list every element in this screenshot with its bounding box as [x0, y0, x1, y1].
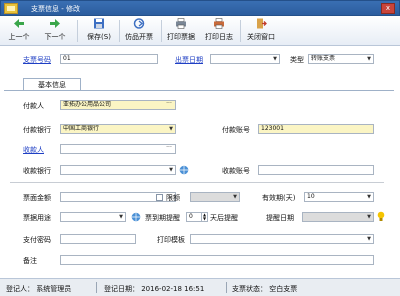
prev-button[interactable]: 上一个 [4, 18, 34, 44]
remind-unit: 天后提醒 [210, 214, 238, 222]
payee-account-input[interactable] [258, 165, 374, 175]
valid-days-value: 10 [307, 193, 315, 200]
remind-date-select[interactable]: ▼ [302, 212, 374, 222]
copy-label: 仿品开票 [125, 33, 153, 41]
purpose-select[interactable]: ▼ [60, 212, 126, 222]
print-cheque-label: 打印票据 [167, 33, 195, 41]
cheque-no-label: 支票号码 [23, 56, 51, 64]
arrow-right-icon [50, 19, 60, 28]
amount-label: 票面金额 [23, 194, 51, 202]
registrant-text: 登记人： 系统管理员 [6, 285, 72, 293]
purpose-label: 票据用途 [23, 214, 51, 222]
payer-input[interactable]: 亚拓办公用品公司 ··· [60, 100, 176, 110]
remind-days-stepper[interactable]: 0 ▲ ▼ [186, 212, 208, 222]
payee-bank-label: 收款银行 [23, 167, 51, 175]
payee-input[interactable]: ··· [60, 144, 176, 154]
print-cheque-button[interactable]: 打印票据 [164, 18, 198, 44]
payee-label: 收款人 [23, 146, 44, 154]
save-button[interactable]: 保存(S) [82, 18, 116, 44]
valid-days-input[interactable]: 10 ▼ [304, 192, 374, 202]
chevron-down-icon[interactable]: ▼ [167, 125, 175, 133]
divider [10, 182, 384, 183]
payer-bank-select[interactable]: 中国工商银行 ▼ [60, 124, 176, 134]
cheque-status-text: 支票状态： 空白支票 [232, 285, 298, 293]
password-label: 支付密码 [23, 236, 51, 244]
type-select[interactable]: 转账支票 ▼ [308, 54, 374, 64]
browse-icon[interactable]: ··· [164, 101, 174, 109]
app-icon [4, 3, 18, 14]
note-input[interactable] [60, 255, 374, 265]
chevron-down-icon[interactable]: ▼ [365, 193, 373, 201]
payer-value: 亚拓办公用品公司 [63, 101, 112, 108]
toolbar-separator [77, 20, 78, 42]
cheque-no-input[interactable]: 01 [60, 54, 158, 64]
limit-label: 限额 [166, 194, 180, 202]
close-window-button[interactable]: 关闭窗口 [244, 18, 278, 44]
print-log-button[interactable]: 打印日志 [202, 18, 236, 44]
window-title: 支票信息 - 修改 [31, 5, 80, 13]
status-separator [226, 282, 227, 293]
next-label: 下一个 [44, 33, 66, 41]
close-window-label: 关闭窗口 [247, 33, 275, 41]
window-close-button[interactable]: x [381, 3, 395, 14]
date-label: 出票日期 [175, 56, 203, 64]
status-separator [96, 282, 97, 293]
globe-icon[interactable] [179, 165, 189, 175]
chevron-down-icon[interactable]: ▼ [365, 55, 373, 63]
date-input[interactable]: ▼ [210, 54, 280, 64]
password-input[interactable] [60, 234, 136, 244]
note-label: 备注 [23, 257, 37, 265]
remind-label: 票到期提醒 [145, 214, 180, 222]
print-log-label: 打印日志 [205, 33, 233, 41]
copy-icon [133, 18, 145, 29]
save-icon [94, 18, 104, 29]
stepper-arrows-icon[interactable]: ▲ ▼ [201, 213, 207, 221]
limit-select[interactable]: ▼ [190, 192, 240, 202]
tab-panel [4, 90, 394, 272]
limit-checkbox[interactable] [156, 194, 163, 201]
copy-button[interactable]: 仿品开票 [122, 18, 156, 44]
print-icon [176, 18, 186, 29]
next-button[interactable]: 下一个 [40, 18, 70, 44]
chevron-down-icon[interactable]: ▼ [365, 213, 373, 221]
lightbulb-icon[interactable] [377, 211, 385, 222]
reg-date-text: 登记日期： 2016-02-18 16:51 [104, 285, 205, 293]
chevron-down-icon[interactable]: ▼ [231, 193, 239, 201]
payer-account-label: 付款账号 [222, 126, 250, 134]
globe-icon[interactable] [131, 212, 141, 222]
remind-days-value: 0 [189, 213, 193, 220]
status-bar: 登记人： 系统管理员 登记日期： 2016-02-18 16:51 支票状态： … [0, 278, 400, 296]
payee-bank-select[interactable]: ▼ [60, 165, 176, 175]
type-value: 转账支票 [311, 55, 336, 62]
valid-days-label: 有效期(天) [262, 194, 296, 202]
toolbar-separator [240, 20, 241, 42]
toolbar: 上一个 下一个 保存(S) 仿品开票 打印票据 打印日志 关闭窗口 [0, 16, 400, 46]
arrow-left-icon [14, 19, 24, 28]
chevron-down-icon[interactable]: ▼ [167, 166, 175, 174]
toolbar-separator [119, 20, 120, 42]
prev-label: 上一个 [8, 33, 30, 41]
payer-bank-value: 中国工商银行 [63, 125, 100, 132]
type-label: 类型 [290, 56, 304, 64]
template-select[interactable]: ▼ [190, 234, 374, 244]
exit-icon [257, 18, 267, 29]
payee-account-label: 收款账号 [222, 167, 250, 175]
chevron-down-icon[interactable]: ▼ [271, 55, 279, 63]
title-bar: 支票信息 - 修改 x [0, 0, 400, 16]
chevron-down-icon[interactable]: ▼ [117, 213, 125, 221]
template-label: 打印模板 [157, 236, 185, 244]
chevron-down-icon[interactable]: ▼ [365, 235, 373, 243]
payer-bank-label: 付款银行 [23, 126, 51, 134]
payer-account-input[interactable]: 123001 [258, 124, 374, 134]
browse-icon[interactable]: ··· [164, 145, 174, 153]
print-log-icon [214, 18, 224, 29]
payer-label: 付款人 [23, 102, 44, 110]
toolbar-separator [161, 20, 162, 42]
remind-date-label: 提醒日期 [266, 214, 294, 222]
save-label: 保存(S) [87, 33, 111, 41]
